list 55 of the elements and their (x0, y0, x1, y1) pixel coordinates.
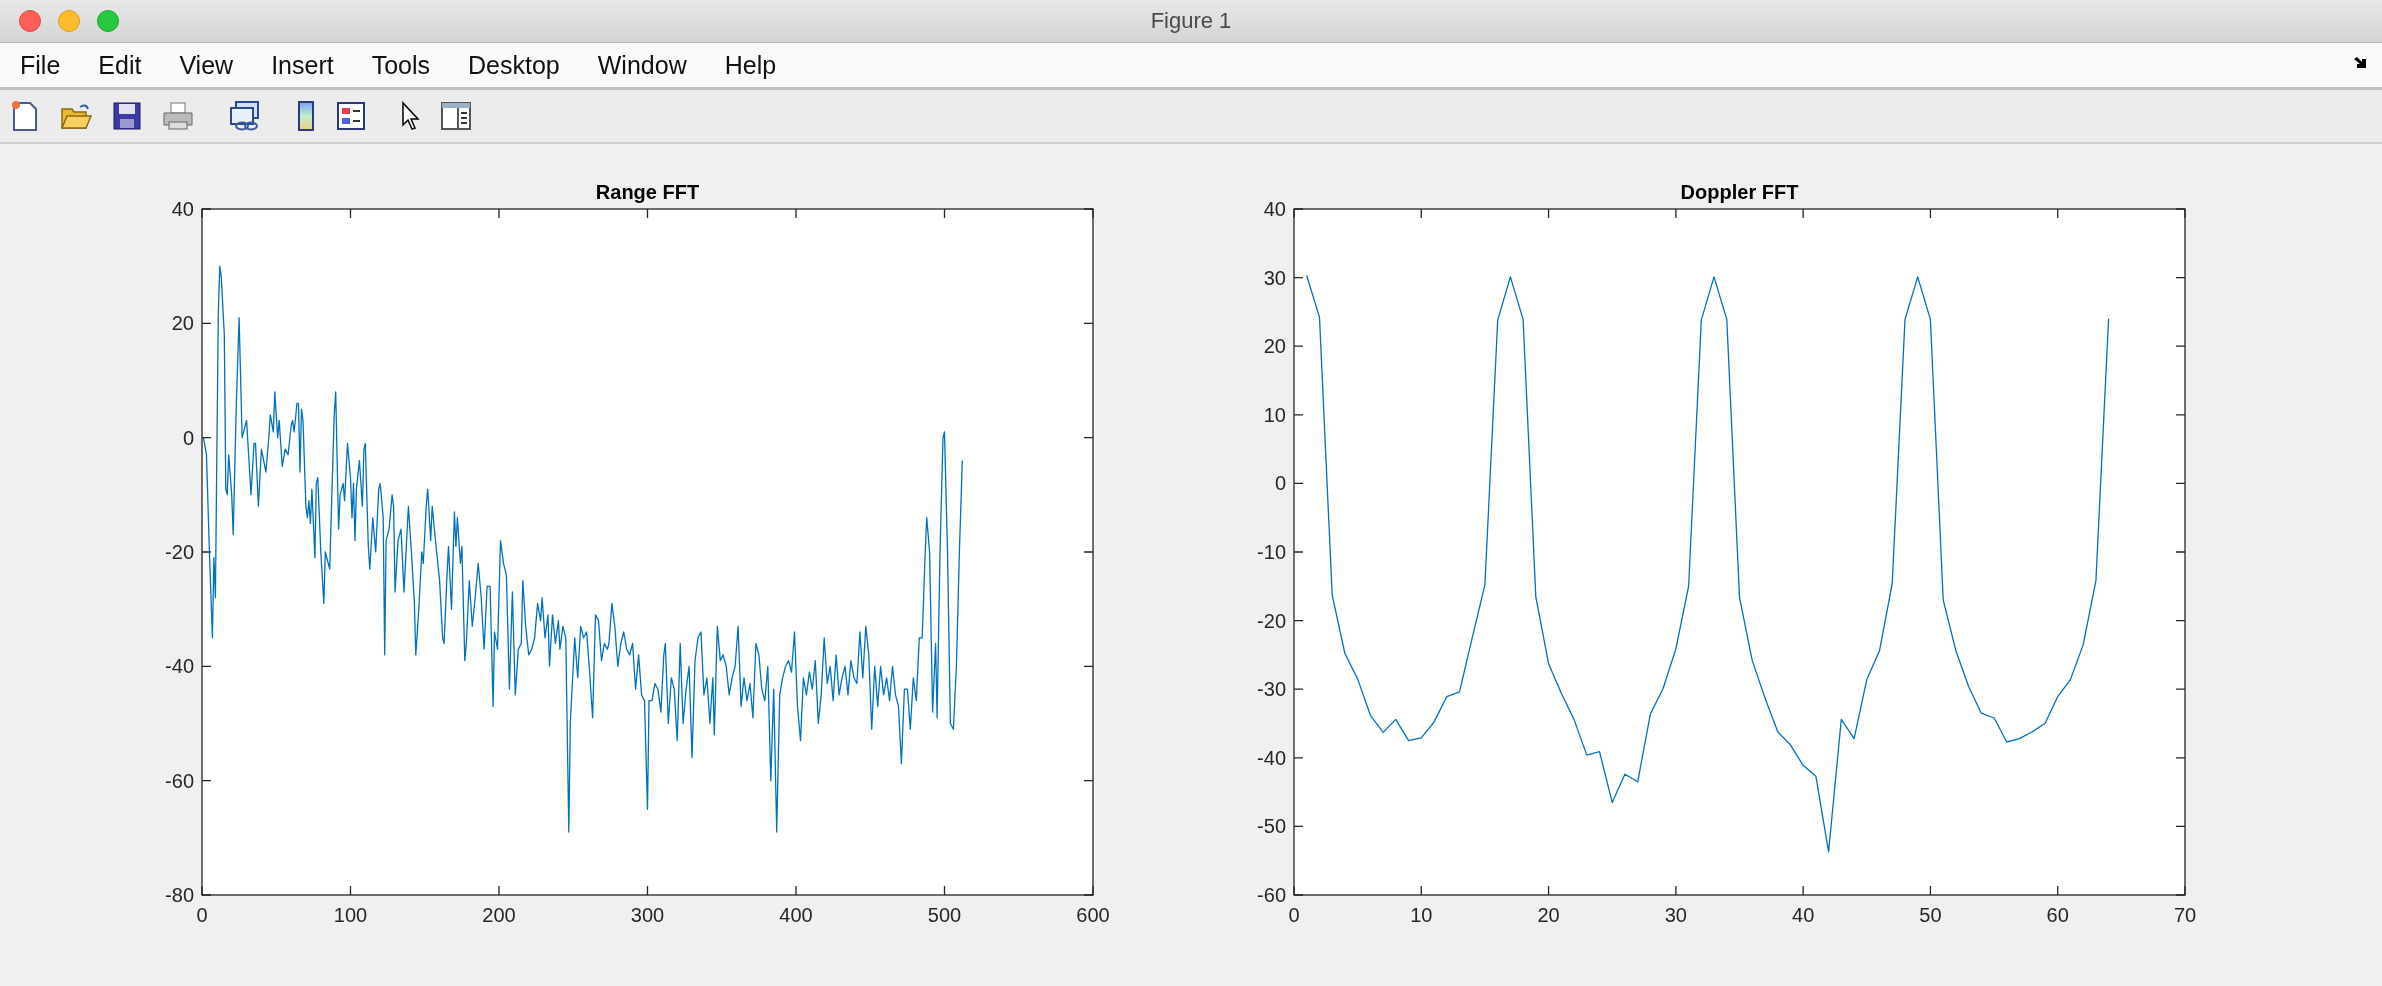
x-tick-label: 20 (1537, 904, 1560, 926)
y-tick-label: 10 (1263, 403, 1286, 426)
y-tick-label: 20 (171, 312, 194, 335)
x-tick-label: 70 (2173, 904, 2197, 926)
x-tick-label: 0 (196, 904, 208, 926)
x-tick-label: 0 (1288, 904, 1300, 926)
open-folder-icon[interactable] (60, 101, 92, 131)
menu-item[interactable]: Insert (271, 50, 334, 80)
colorbar-icon[interactable] (296, 100, 316, 132)
menu-item[interactable]: File (20, 50, 61, 80)
legend-icon[interactable] (336, 101, 366, 131)
x-tick-label: 200 (482, 904, 516, 926)
y-tick-label: -40 (165, 655, 194, 678)
printer-icon[interactable] (162, 101, 194, 131)
x-tick-label: 100 (333, 904, 368, 926)
x-tick-label: 300 (630, 904, 665, 926)
window-title: Figure 1 (1150, 8, 1232, 34)
save-icon[interactable] (112, 101, 142, 131)
linked-windows-icon[interactable] (228, 100, 262, 132)
y-tick-label: -80 (165, 884, 194, 906)
x-tick-label: 500 (927, 904, 962, 926)
menu-item[interactable]: Help (724, 50, 777, 80)
chart-title: Doppler FFT (1680, 181, 1799, 203)
y-tick-label: -20 (1257, 609, 1286, 632)
y-tick-label: 0 (1274, 472, 1286, 495)
pointer-icon[interactable] (400, 101, 420, 131)
y-tick-label: -40 (1257, 746, 1286, 769)
y-tick-label: 30 (1263, 266, 1286, 289)
y-tick-label: 40 (1263, 198, 1286, 220)
x-tick-label: 50 (1919, 904, 1942, 926)
y-tick-label: 40 (171, 198, 194, 220)
menu-item[interactable]: Window (597, 50, 687, 80)
y-tick-label: 0 (182, 426, 194, 449)
x-tick-label: 30 (1664, 904, 1687, 926)
y-tick-label: -10 (1257, 541, 1286, 563)
y-tick-label: -60 (1257, 884, 1286, 906)
chart-title: Range FFT (595, 181, 700, 203)
menu-item[interactable]: Tools (371, 50, 431, 80)
menu-item[interactable]: Edit (98, 50, 142, 80)
x-tick-label: 40 (1792, 904, 1815, 926)
y-tick-label: 20 (1263, 335, 1286, 358)
y-tick-label: -50 (1257, 815, 1286, 838)
x-tick-label: 60 (2046, 904, 2069, 926)
x-tick-label: 600 (1076, 904, 1110, 926)
x-tick-label: 10 (1410, 904, 1433, 926)
new-file-icon[interactable] (10, 100, 40, 132)
menu-item[interactable]: View (179, 50, 234, 80)
menu-item[interactable]: Desktop (468, 50, 560, 80)
x-tick-label: 400 (779, 904, 813, 926)
close-button[interactable] (19, 10, 41, 32)
property-panel-icon[interactable] (440, 101, 472, 131)
dock-arrow-icon[interactable] (2354, 57, 2368, 69)
y-tick-label: -20 (165, 541, 194, 563)
y-tick-label: -30 (1257, 678, 1286, 701)
y-tick-label: -60 (165, 769, 194, 792)
